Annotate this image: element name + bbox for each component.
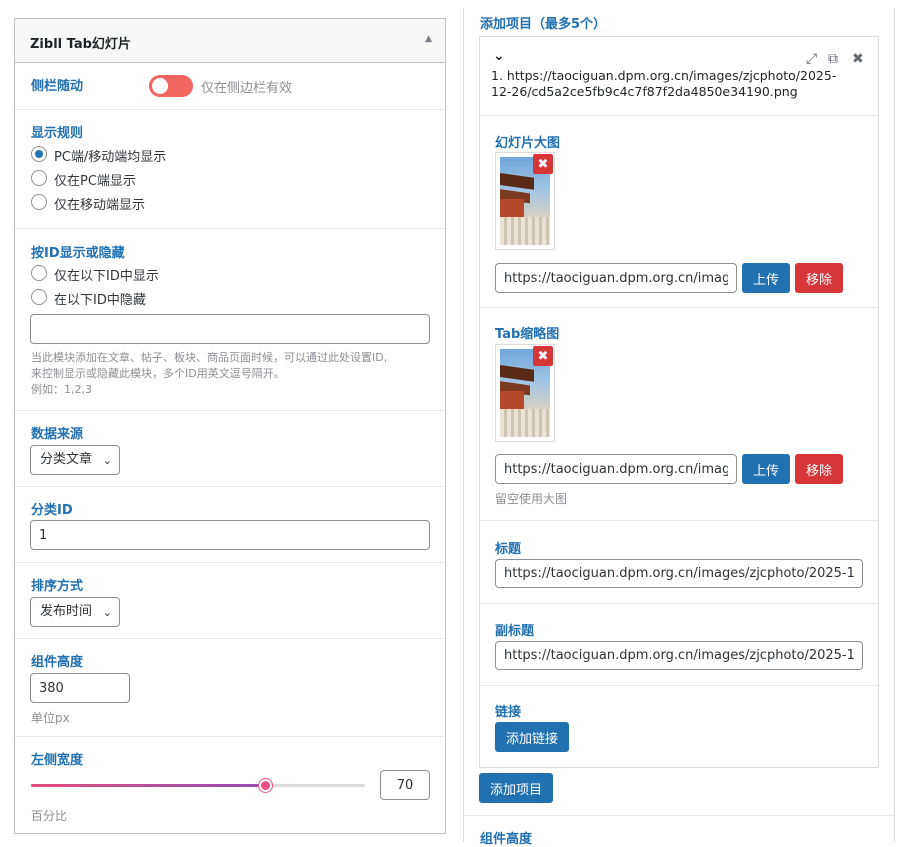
sidebar-follow-toggle[interactable]: [149, 75, 193, 97]
divider: [480, 307, 878, 308]
left-width-label: 左侧宽度: [31, 753, 84, 768]
big-image-preview: ✖: [495, 152, 555, 250]
sort-label: 排序方式: [31, 579, 84, 594]
height-unit: 单位px: [31, 711, 70, 725]
id-filter-desc-line1: 当此模块添加在文章、帖子、板块、商品页面时候，可以通过此处设置ID,: [31, 351, 388, 364]
big-image-url-input[interactable]: [495, 263, 737, 293]
data-source-select[interactable]: 分类文章 ⌄: [30, 445, 120, 475]
add-item-button[interactable]: 添加项目: [479, 773, 553, 803]
remove-image-icon[interactable]: ✖: [533, 154, 553, 174]
id-filter-description: 当此模块添加在文章、帖子、板块、商品页面时候，可以通过此处设置ID, 来控制显示…: [31, 350, 431, 398]
item-title-line1: 1. https://taociguan.dpm.org.cn/images/z…: [491, 68, 837, 83]
id-filter-desc-line2: 来控制显示或隐藏此模块，多个ID用英文逗号隔开。: [31, 367, 285, 380]
item-collapse-icon[interactable]: ⌄: [493, 48, 505, 64]
add-link-button[interactable]: 添加链接: [495, 722, 569, 752]
radio-show-ids-label: 仅在以下ID中显示: [54, 269, 159, 284]
toggle-knob: [152, 78, 168, 94]
radio-display-all[interactable]: [31, 146, 47, 162]
divider: [480, 685, 878, 686]
big-image-remove-button[interactable]: 移除: [795, 263, 843, 293]
divider: [15, 486, 445, 487]
item-subtitle-label: 副标题: [495, 624, 535, 639]
divider: [15, 410, 445, 411]
item-title-input[interactable]: [495, 559, 863, 588]
widget-title: Zibll Tab幻灯片: [30, 37, 131, 52]
sort-value: 发布时间: [40, 604, 93, 619]
radio-hide-ids[interactable]: [31, 289, 47, 305]
big-image-label: 幻灯片大图: [495, 136, 561, 151]
remove-image-icon[interactable]: ✖: [533, 346, 553, 366]
tab-thumb-preview: ✖: [495, 344, 555, 442]
left-width-input[interactable]: [380, 770, 430, 800]
big-image-upload-button[interactable]: 上传: [742, 263, 790, 293]
category-id-input[interactable]: [30, 520, 430, 550]
left-width-slider-track[interactable]: [31, 779, 365, 792]
collapse-arrow-icon[interactable]: ▲: [425, 34, 432, 44]
left-width-unit: 百分比: [31, 809, 68, 823]
display-rule-label: 显示规则: [31, 126, 84, 141]
data-source-label: 数据来源: [31, 427, 84, 442]
next-section-label: 组件高度: [480, 832, 533, 847]
radio-show-ids[interactable]: [31, 265, 47, 281]
chevron-down-icon: ⌄: [102, 606, 112, 619]
item-title-line2: 12-26/cd5a2ce5fb9c4c7f87f2da4850e34190.p…: [491, 84, 798, 99]
tab-thumb-label: Tab缩略图: [495, 327, 560, 342]
divider: [15, 736, 445, 737]
add-items-header: 添加项目（最多5个）: [480, 17, 607, 32]
radio-display-pc[interactable]: [31, 170, 47, 186]
item-subtitle-input[interactable]: [495, 641, 863, 670]
category-id-label: 分类ID: [31, 503, 73, 518]
divider: [464, 815, 894, 816]
item-title: 1. https://taociguan.dpm.org.cn/images/z…: [491, 68, 837, 100]
sort-select[interactable]: 发布时间 ⌄: [30, 597, 120, 627]
chevron-down-icon: ⌄: [102, 454, 112, 467]
tab-thumb-url-input[interactable]: [495, 454, 737, 484]
radio-display-all-label: PC端/移动端均显示: [54, 150, 167, 165]
height-label: 组件高度: [31, 655, 84, 670]
tab-thumb-hint: 留空使用大图: [495, 492, 568, 506]
divider: [15, 638, 445, 639]
sidebar-follow-hint: 仅在侧边栏有效: [201, 81, 293, 96]
divider: [15, 109, 445, 110]
data-source-value: 分类文章: [40, 452, 93, 467]
divider: [15, 562, 445, 563]
id-list-input[interactable]: [30, 314, 430, 344]
radio-display-pc-label: 仅在PC端显示: [54, 174, 136, 189]
widget-header[interactable]: Zibll Tab幻灯片 ▲: [15, 19, 445, 63]
sidebar-follow-label: 侧栏随动: [31, 79, 84, 94]
item-link-label: 链接: [495, 705, 522, 720]
id-filter-label: 按ID显示或隐藏: [31, 246, 125, 261]
close-icon[interactable]: ✖: [852, 51, 864, 67]
radio-hide-ids-label: 在以下ID中隐藏: [54, 293, 146, 308]
copy-icon[interactable]: ⧉: [828, 51, 838, 67]
height-input[interactable]: [30, 673, 130, 703]
divider: [15, 228, 445, 229]
left-width-slider-handle[interactable]: [259, 779, 272, 792]
expand-icon[interactable]: ⤢: [806, 51, 817, 67]
item-title-field-label: 标题: [495, 542, 522, 557]
radio-display-mobile[interactable]: [31, 194, 47, 210]
divider: [480, 603, 878, 604]
left-width-slider-fill: [31, 784, 265, 787]
radio-display-mobile-label: 仅在移动端显示: [54, 198, 146, 213]
divider: [480, 520, 878, 521]
divider: [480, 115, 878, 116]
id-filter-desc-line3: 例如：1,2,3: [31, 383, 92, 396]
tab-thumb-remove-button[interactable]: 移除: [795, 454, 843, 484]
tab-thumb-upload-button[interactable]: 上传: [742, 454, 790, 484]
